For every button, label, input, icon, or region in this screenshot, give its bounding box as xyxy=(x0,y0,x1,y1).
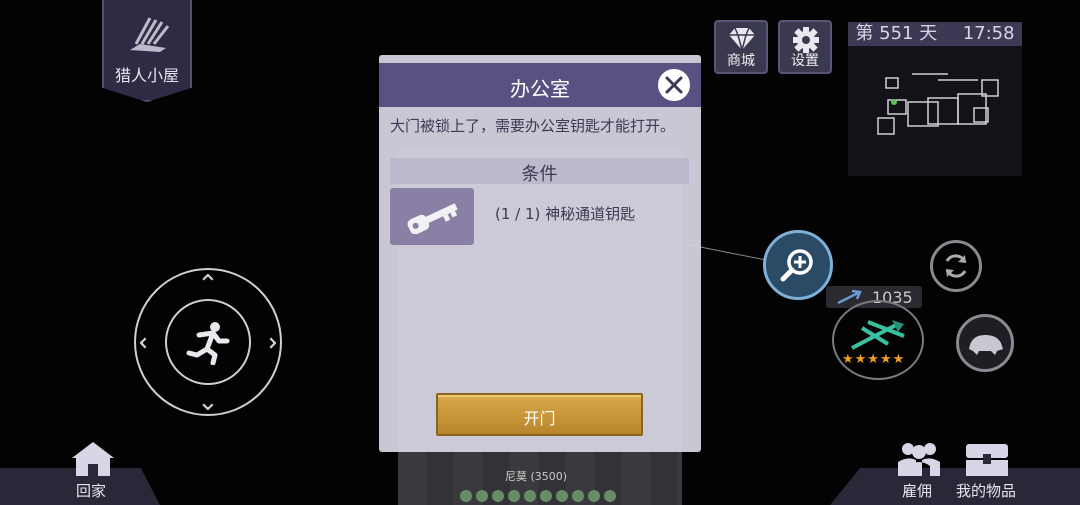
minimap-rooms xyxy=(877,73,999,135)
dialog-title: 办公室 xyxy=(510,77,570,101)
pet-slot[interactable] xyxy=(956,314,1014,372)
weapon-slot[interactable] xyxy=(832,300,924,380)
home-label: 回家 xyxy=(76,482,107,500)
treasure-chest-icon xyxy=(966,444,1008,476)
settings-label: 设置 xyxy=(791,53,819,69)
refresh-icon xyxy=(945,254,967,278)
close-button[interactable] xyxy=(656,67,692,103)
close-icon xyxy=(665,76,683,94)
shop-button[interactable]: 商城 xyxy=(714,20,768,74)
weapon-star-rating: ★★★★★ xyxy=(842,352,906,367)
clock-time: 17:58 xyxy=(962,23,1015,44)
people-group-icon xyxy=(898,443,940,476)
hunter-cabin-label: 猎人小屋 xyxy=(114,66,179,85)
dialog-header: 办公室 xyxy=(379,63,701,107)
zoom-in-icon xyxy=(780,249,813,282)
chevron-left-icon: ⌃ xyxy=(135,332,166,354)
locked-door-dialog: 办公室 大门被锁上了，需要办公室钥匙才能打开。 条件 (1 / 1) 神秘通道钥… xyxy=(379,55,701,452)
chevron-down-icon: ⌃ xyxy=(197,384,219,414)
crossbow-icon xyxy=(851,320,905,350)
hire-label: 雇佣 xyxy=(902,482,933,500)
chevron-right-icon: ⌃ xyxy=(249,332,280,354)
requirement-text: (1 / 1) 神秘通道钥匙 xyxy=(495,205,636,223)
diamond-icon xyxy=(729,27,755,51)
zoom-in-button[interactable] xyxy=(763,230,833,300)
aim-line xyxy=(690,244,767,261)
open-door-button[interactable]: 开门 xyxy=(436,393,643,436)
inventory-button[interactable]: 我的物品 xyxy=(954,440,1026,502)
house-icon xyxy=(72,442,114,476)
settings-button[interactable]: 设置 xyxy=(778,20,832,74)
day-counter: 第 551 天 xyxy=(855,23,938,44)
home-button[interactable]: 回家 xyxy=(68,440,118,502)
hunter-cabin-icon xyxy=(130,17,170,52)
wild-boar-icon xyxy=(969,335,1003,355)
hire-button[interactable]: 雇佣 xyxy=(894,440,944,502)
npc-hearts xyxy=(460,490,620,505)
required-item-slot[interactable] xyxy=(390,188,474,245)
conditions-title: 条件 xyxy=(521,164,558,185)
inventory-label: 我的物品 xyxy=(956,482,1017,500)
chevron-up-icon: ⌃ xyxy=(197,270,219,300)
npc-name-label: 尼莫 (3500) xyxy=(505,470,568,483)
switch-target-button[interactable] xyxy=(930,240,982,292)
run-button[interactable] xyxy=(165,299,251,385)
hunter-cabin-button[interactable]: 猎人小屋 xyxy=(102,0,192,102)
shop-label: 商城 xyxy=(727,53,755,69)
open-door-label: 开门 xyxy=(523,409,556,428)
day-time-bar: 第 551 天 17:58 xyxy=(848,22,1022,46)
running-person-icon xyxy=(186,322,230,365)
key-icon xyxy=(407,203,458,234)
dialog-message: 大门被锁上了，需要办公室钥匙才能打开。 xyxy=(390,117,676,135)
conditions-header: 条件 xyxy=(390,158,689,185)
